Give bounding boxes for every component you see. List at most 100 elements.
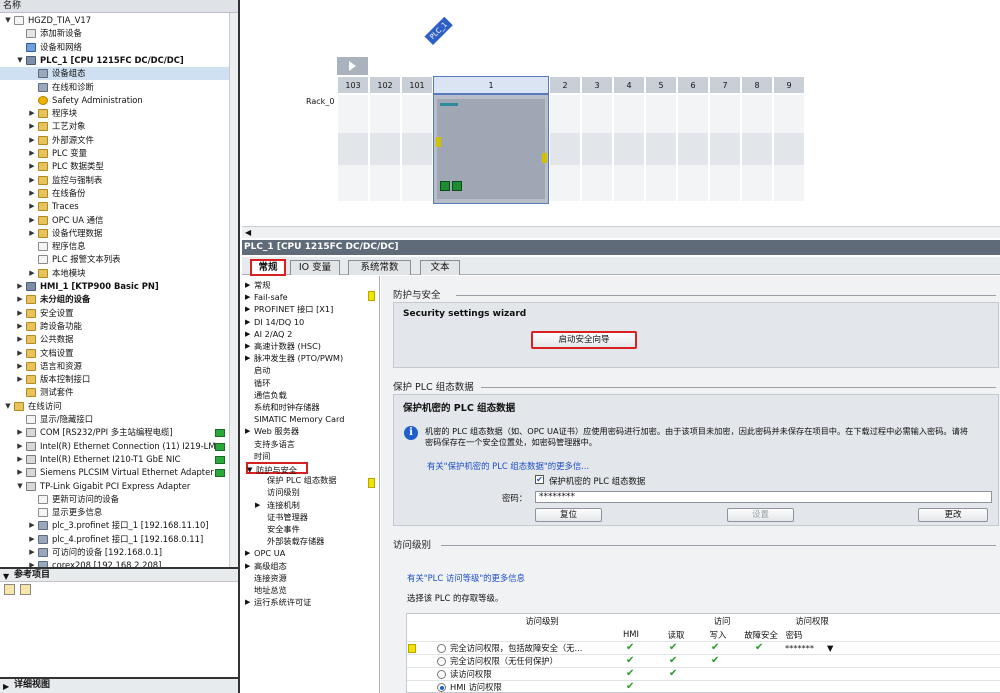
slot-header[interactable]: 8 [741, 76, 773, 94]
tree-item-program-blocks[interactable]: ▶ 程序块 [0, 107, 238, 120]
tree-item-com-rs232-ppi[interactable]: ▶ COM [RS232/PPI 多主站编程电缆] [0, 426, 238, 439]
rack-expand-arrow-icon[interactable] [337, 57, 368, 75]
tree-item-traces[interactable]: ▶ Traces [0, 200, 238, 213]
nav-item[interactable]: 证书管理器 [242, 511, 379, 523]
tree-item-opc-ua-communication[interactable]: ▶ OPC UA 通信 [0, 214, 238, 227]
slot-body[interactable] [337, 94, 369, 202]
collapsed-icon[interactable]: ▶ [16, 360, 24, 373]
tab-1[interactable]: IO 变量 [290, 260, 340, 275]
tree-item-project-root[interactable]: ▼ HGZD_TIA_V17 [0, 14, 238, 27]
collapsed-icon[interactable]: ▶ [28, 533, 36, 546]
collapsed-icon[interactable]: ▶ [245, 279, 253, 291]
collapsed-icon[interactable]: ▶ [28, 214, 36, 227]
nav-item[interactable]: 支持多语言 [242, 438, 379, 450]
slot-header[interactable]: 103 [337, 76, 369, 94]
tree-item-plc-tags[interactable]: ▶ PLC 变量 [0, 147, 238, 160]
nav-item[interactable]: 外部装载存储器 [242, 535, 379, 547]
slot-header[interactable]: 101 [401, 76, 433, 94]
slot-body[interactable] [773, 94, 805, 202]
tree-item-cross-device-functions[interactable]: ▶ 跨设备功能 [0, 320, 238, 333]
collapsed-icon[interactable]: ▶ [16, 440, 24, 453]
reference-projects-title[interactable]: ▼ 参考项目 [0, 569, 238, 582]
collapsed-icon[interactable]: ▶ [245, 596, 253, 608]
collapsed-icon[interactable]: ▶ [16, 466, 24, 479]
collapsed-icon[interactable]: ▶ [16, 293, 24, 306]
protect-config-checkbox[interactable]: ✔ [535, 475, 544, 484]
slot-header[interactable]: 5 [645, 76, 677, 94]
collapsed-icon[interactable]: ▶ [28, 120, 36, 133]
cpu-module[interactable] [433, 94, 549, 204]
nav-item[interactable]: 保护 PLC 组态数据 [242, 474, 379, 486]
collapsed-icon[interactable]: ▶ [16, 333, 24, 346]
tree-item-devices-and-networks[interactable]: 设备和网络 [0, 41, 238, 54]
tree-item-plc-1[interactable]: ▼ PLC_1 [CPU 1215FC DC/DC/DC] [0, 54, 238, 67]
collapsed-icon[interactable]: ▶ [28, 134, 36, 147]
nav-item[interactable]: 系统和时钟存储器 [242, 401, 379, 413]
access-level-radio[interactable] [437, 670, 446, 679]
close-project-icon[interactable] [19, 584, 31, 595]
tree-item-ungrouped-devices[interactable]: ▶ 未分组的设备 [0, 293, 238, 306]
collapsed-icon[interactable]: ▶ [16, 453, 24, 466]
tree-item-update-accessible-devices[interactable]: 更新可访问的设备 [0, 493, 238, 506]
tree-item-program-info[interactable]: 程序信息 [0, 240, 238, 253]
nav-item[interactable]: ▶ 常规 [242, 279, 379, 291]
slot-header[interactable]: 6 [677, 76, 709, 94]
slot-header[interactable]: 2 [549, 76, 581, 94]
collapsed-icon[interactable]: ▶ [245, 340, 253, 352]
tree-item-device-proxy-data[interactable]: ▶ 设备代理数据 [0, 227, 238, 240]
tree-item-languages-resources[interactable]: ▶ 语言和资源 [0, 360, 238, 373]
tree-item-plc-3-profinet[interactable]: ▶ plc_3.profinet 接口_1 [192.168.11.10] [0, 519, 238, 532]
collapsed-icon[interactable]: ▶ [28, 147, 36, 160]
slot-header[interactable]: 1 [433, 76, 549, 94]
tab-3[interactable]: 文本 [420, 260, 460, 275]
slot-header[interactable]: 4 [613, 76, 645, 94]
slot-body[interactable] [613, 94, 645, 202]
tree-item-show-more-info[interactable]: 显示更多信息 [0, 506, 238, 519]
collapsed-icon[interactable]: ▶ [28, 107, 36, 120]
tree-item-plcsim-virtual-adapter[interactable]: ▶ Siemens PLCSIM Virtual Ethernet Adapter [0, 466, 238, 479]
expanded-icon[interactable]: ▼ [4, 14, 12, 27]
nav-item[interactable]: ▶ 脉冲发生器 (PTO/PWM) [242, 352, 379, 364]
tree-item-hmi-1[interactable]: ▶ HMI_1 [KTP900 Basic PN] [0, 280, 238, 293]
access-level-row[interactable]: 完全访问权限（无任何保护） ✔ ✔ ✔ [407, 654, 1000, 667]
nav-item[interactable]: 循环 [242, 377, 379, 389]
expanded-icon[interactable]: ▼ [4, 400, 12, 413]
access-level-more-info-link[interactable]: 有关"PLC 访问等级"的更多信息 [407, 572, 525, 584]
collapse-icon[interactable]: ▼ [3, 570, 9, 583]
slot-body[interactable] [369, 94, 401, 202]
tree-item-online-diagnostics[interactable]: 在线和诊断 [0, 81, 238, 94]
tree-item-plc-data-types[interactable]: ▶ PLC 数据类型 [0, 160, 238, 173]
reset-button[interactable]: 复位 [535, 508, 602, 522]
nav-item[interactable]: ▶ 运行系统许可证 [242, 596, 379, 608]
nav-item[interactable]: ▶ 连接机制 [242, 499, 379, 511]
collapsed-icon[interactable]: ▶ [16, 347, 24, 360]
tree-item-security-settings[interactable]: ▶ 安全设置 [0, 307, 238, 320]
collapsed-icon[interactable]: ▶ [16, 280, 24, 293]
collapsed-icon[interactable]: ▶ [16, 320, 24, 333]
password-field[interactable]: ******** [535, 491, 992, 503]
access-level-radio[interactable] [437, 683, 446, 692]
collapsed-icon[interactable]: ▶ [16, 373, 24, 386]
expanded-icon[interactable]: ▼ [16, 480, 24, 493]
collapsed-icon[interactable]: ▶ [16, 307, 24, 320]
tab-2[interactable]: 系统常数 [348, 260, 411, 275]
nav-item[interactable]: 时间 [242, 450, 379, 462]
open-project-icon[interactable] [4, 584, 15, 595]
tree-item-tp-link-adapter[interactable]: ▼ TP-Link Gigabit PCI Express Adapter [0, 480, 238, 493]
nav-item[interactable]: ▶ PROFINET 接口 [X1] [242, 303, 379, 315]
nav-item[interactable]: 地址总览 [242, 584, 379, 596]
slot-header[interactable]: 102 [369, 76, 401, 94]
access-level-radio[interactable] [437, 644, 446, 653]
tree-item-test-suite[interactable]: 测试套件 [0, 386, 238, 399]
tree-item-plc-4-profinet[interactable]: ▶ plc_4.profinet 接口_1 [192.168.0.11] [0, 533, 238, 546]
collapsed-icon[interactable]: ▶ [28, 559, 36, 567]
detail-view-bar[interactable]: ▶ 详细视图 [0, 677, 240, 693]
tree-item-local-modules[interactable]: ▶ 本地模块 [0, 267, 238, 280]
tree-item-plc-alarm-text-lists[interactable]: PLC 报警文本列表 [0, 253, 238, 266]
collapsed-icon[interactable]: ▶ [16, 426, 24, 439]
slot-body[interactable] [549, 94, 581, 202]
nav-item[interactable]: ▶ Fail-safe [242, 291, 379, 303]
tree-item-show-hide-interfaces[interactable]: 显示/隐藏接口 [0, 413, 238, 426]
tree-item-version-control-interface[interactable]: ▶ 版本控制接口 [0, 373, 238, 386]
tree-item-technology-objects[interactable]: ▶ 工艺对象 [0, 120, 238, 133]
